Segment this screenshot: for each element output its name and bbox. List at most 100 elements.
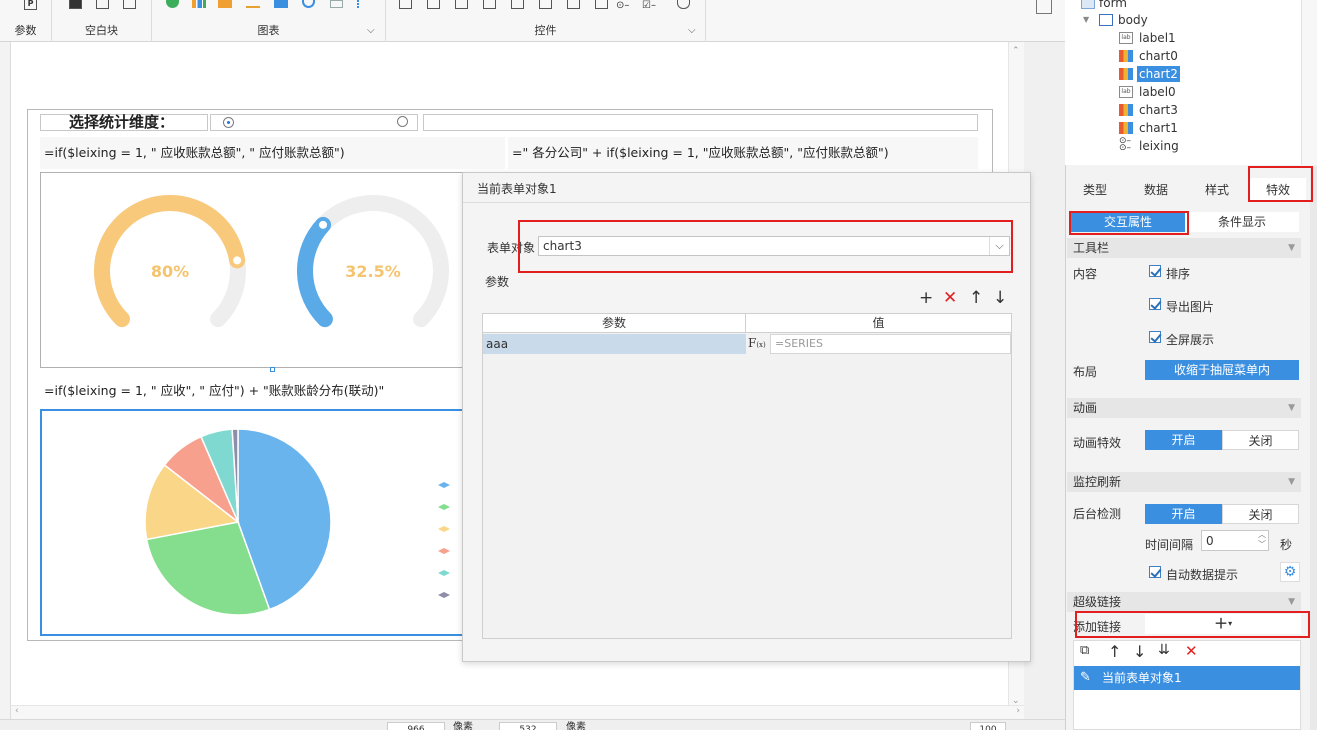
sort-checkbox[interactable]	[1149, 265, 1161, 277]
copy-icon[interactable]: ⧉	[1080, 643, 1089, 658]
scatter-chart-icon[interactable]	[357, 0, 370, 8]
ribbon-group-label: 控件	[534, 24, 557, 37]
checkbox-control-icon[interactable]: ☑–	[642, 0, 656, 11]
form-object-dialog[interactable]: 当前表单对象1 表单对象 chart3 ⌵ 参数 + ✕ ↑ ↓ 参数 值 aa…	[462, 172, 1031, 662]
radio-option-1[interactable]	[210, 114, 418, 131]
param-value-placeholder: =SERIES	[775, 337, 823, 350]
layout-select[interactable]: 收缩于抽屉菜单内	[1145, 360, 1299, 380]
radar-chart-icon[interactable]	[330, 0, 343, 8]
move-bottom-icon[interactable]: ⇊	[1158, 642, 1170, 658]
block-grid-icon[interactable]	[123, 0, 136, 9]
radio-option-2[interactable]	[390, 114, 420, 131]
scroll-right-icon[interactable]: ›	[1016, 706, 1020, 716]
interval-stepper[interactable]: 0 ︿ ﹀	[1201, 530, 1269, 551]
line-chart-icon[interactable]	[246, 0, 260, 8]
scroll-left-icon[interactable]: ‹	[15, 706, 19, 716]
ribbon-group-label: 图表	[257, 24, 280, 37]
image-control-icon[interactable]	[567, 0, 580, 9]
block-icon[interactable]	[69, 0, 82, 9]
add-link-button[interactable]: +▾	[1145, 614, 1301, 634]
ribbon-group-label: 参数	[14, 24, 37, 37]
chevron-down-icon: ▼	[1288, 477, 1295, 487]
stepper-arrows-icon[interactable]: ︿ ﹀	[1258, 530, 1266, 550]
link-list-item[interactable]: ✎ 当前表单对象1	[1074, 666, 1300, 690]
chevron-down-icon[interactable]: ⌵	[989, 237, 1009, 255]
section-monitor-refresh[interactable]: 监控刷新 ▼	[1067, 472, 1301, 492]
pie-chart-icon[interactable]	[166, 0, 179, 8]
param-value-input[interactable]: =SERIES	[770, 334, 1011, 354]
height-unit: 像素	[566, 722, 586, 730]
move-up-icon[interactable]: ↑	[1108, 642, 1121, 661]
bar-chart-icon[interactable]	[192, 0, 206, 8]
column-header-param: 参数	[483, 314, 746, 333]
combo-placeholder-box[interactable]	[423, 114, 978, 131]
tab-data[interactable]: 数据	[1128, 178, 1184, 202]
section-toolbar[interactable]: 工具栏 ▼	[1067, 238, 1301, 258]
layout-toggle-icon[interactable]	[1036, 0, 1052, 14]
width-input[interactable]: 966	[387, 722, 445, 730]
fullscreen-checkbox[interactable]	[1149, 331, 1161, 343]
delete-link-icon[interactable]: ✕	[1185, 642, 1198, 660]
tree-collapse-icon[interactable]: ▼	[1083, 12, 1089, 28]
edit-icon[interactable]: ✎	[1080, 666, 1091, 690]
label-control-icon[interactable]	[427, 0, 440, 9]
scroll-up-icon[interactable]: ⌃	[1012, 46, 1020, 56]
panel-scrollbar[interactable]	[1310, 166, 1317, 730]
gauge-chart[interactable]: 80% 32.5%	[40, 172, 464, 368]
form-object-value: chart3	[543, 239, 582, 253]
tab-effects[interactable]: 特效	[1250, 178, 1306, 202]
form-object-select[interactable]: chart3 ⌵	[538, 236, 1010, 256]
pie-chart[interactable]	[40, 409, 466, 636]
zoom-input[interactable]: 100	[970, 722, 1006, 730]
formula-fx-icon[interactable]: F(x)	[748, 334, 768, 354]
section-hyperlink[interactable]: 超级链接 ▼	[1067, 592, 1301, 612]
auto-tip-label: 自动数据提示	[1166, 568, 1239, 582]
auto-tip-checkbox[interactable]	[1149, 566, 1161, 578]
backend-check-label: 后台检测	[1073, 507, 1122, 521]
subtab-condition-display[interactable]: 条件显示	[1185, 212, 1299, 232]
formula-label-pie[interactable]: =if($leixing = 1, " 应收", " 应付") + "账款账龄分…	[40, 375, 464, 407]
ribbon-toolbar: P 参数 空白块 图表 ⌵ ⊙– ☑– 控件 ⌵	[0, 0, 1065, 42]
dropdown-icon[interactable]	[483, 0, 496, 9]
formula-label-right[interactable]: =" 各分公司" + if($leixing = 1, "应收账款总额", "应…	[508, 137, 978, 169]
move-down-icon[interactable]: ↓	[1133, 642, 1146, 661]
add-param-icon[interactable]: +	[919, 290, 933, 307]
column-chart-icon[interactable]	[218, 0, 232, 8]
delete-param-icon[interactable]: ✕	[943, 290, 957, 307]
gear-icon[interactable]: ⚙	[1280, 562, 1300, 582]
height-input[interactable]: 532	[499, 722, 557, 730]
listbox-icon[interactable]	[511, 0, 524, 9]
subtab-interaction[interactable]: 交互属性	[1071, 212, 1185, 232]
table-row[interactable]: aaa	[483, 334, 746, 354]
radio-control-icon[interactable]: ⊙–	[616, 0, 629, 11]
animation-off-toggle[interactable]: 关闭	[1222, 430, 1299, 450]
move-down-icon[interactable]: ↓	[993, 290, 1007, 307]
param-icon[interactable]: P	[24, 0, 37, 10]
tab-style[interactable]: 样式	[1189, 178, 1245, 202]
chevron-down-icon[interactable]: ⌵	[688, 25, 696, 36]
pie-chart-svg	[144, 428, 450, 616]
formula-label-left[interactable]: =if($leixing = 1, " 应收账款总额", " 应付账款总额")	[40, 137, 505, 169]
chevron-down-icon: ▼	[1288, 403, 1295, 413]
section-animation[interactable]: 动画 ▼	[1067, 398, 1301, 418]
export-image-checkbox[interactable]	[1149, 298, 1161, 310]
gauge-chart-icon[interactable]	[302, 0, 315, 8]
tree-scrollbar[interactable]	[1301, 0, 1317, 165]
resize-handle[interactable]	[270, 367, 275, 372]
document-control-icon[interactable]	[595, 0, 608, 9]
tab-type[interactable]: 类型	[1067, 178, 1123, 202]
textbox-icon[interactable]	[399, 0, 412, 9]
left-ruler	[0, 42, 11, 730]
area-chart-icon[interactable]	[274, 0, 288, 8]
radio-button[interactable]	[223, 117, 234, 128]
backend-on-toggle[interactable]: 开启	[1145, 504, 1222, 524]
combobox-icon[interactable]	[455, 0, 468, 9]
grid-control-icon[interactable]	[539, 0, 552, 9]
block-split-icon[interactable]	[96, 0, 109, 9]
horizontal-scrollbar[interactable]: ‹ ›	[11, 705, 1024, 719]
animation-on-toggle[interactable]: 开启	[1145, 430, 1222, 450]
move-up-icon[interactable]: ↑	[969, 290, 983, 307]
radio-button[interactable]	[397, 116, 408, 127]
backend-off-toggle[interactable]: 关闭	[1222, 504, 1299, 524]
chevron-down-icon[interactable]: ⌵	[367, 25, 375, 36]
